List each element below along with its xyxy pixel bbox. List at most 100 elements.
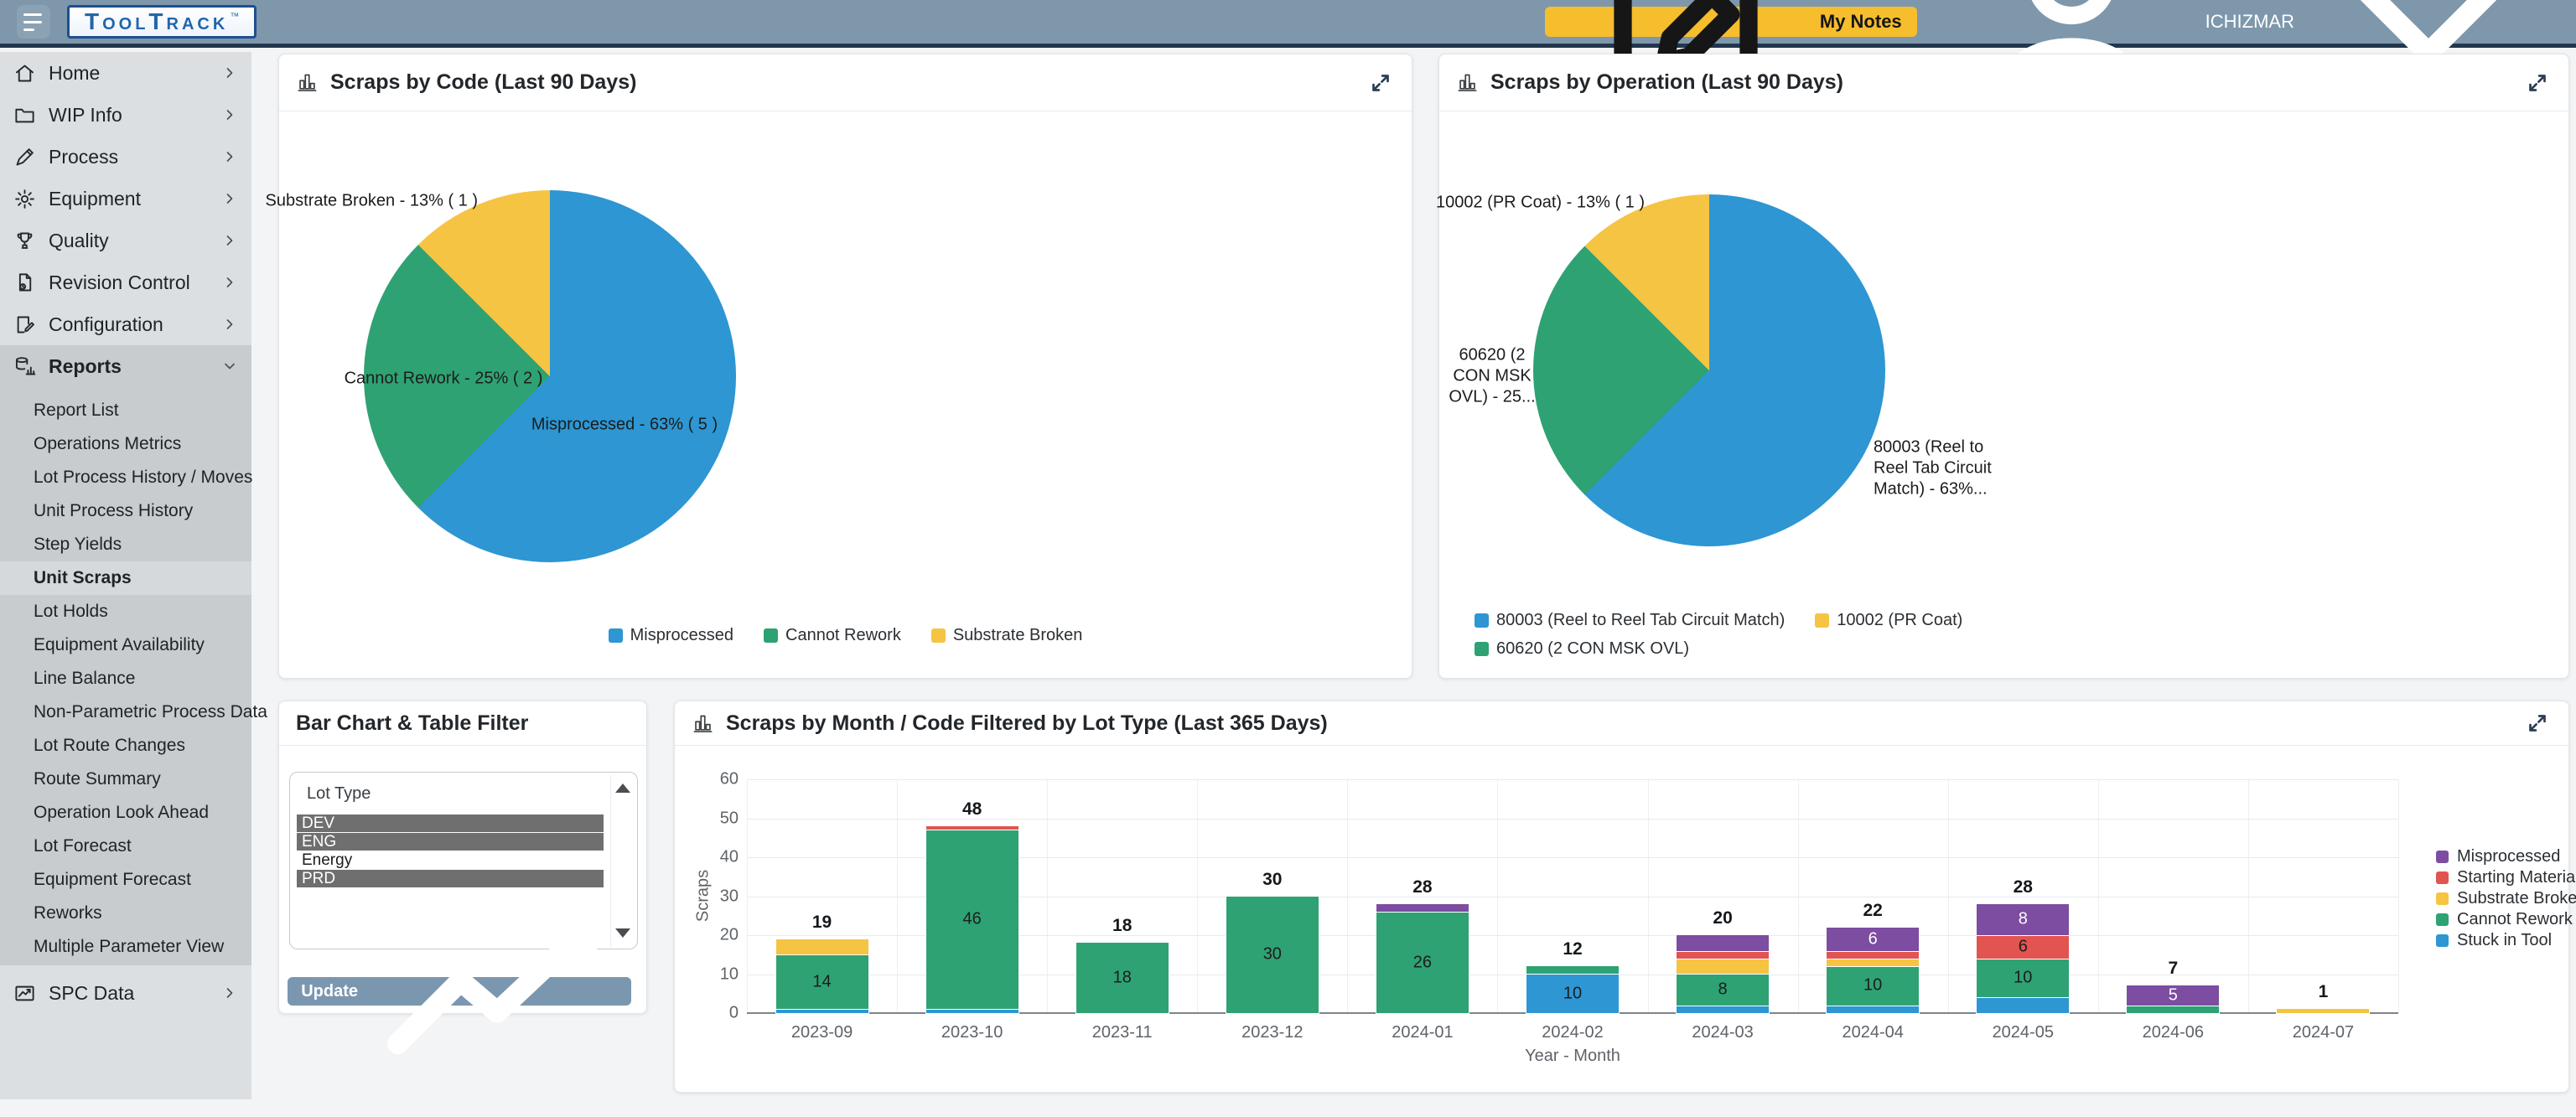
report-item-report-list[interactable]: Report List (0, 394, 251, 427)
report-item-reworks[interactable]: Reworks (0, 897, 251, 930)
menu-toggle-button[interactable] (17, 5, 50, 39)
sidebar-item-label: Revision Control (49, 271, 209, 294)
report-item-operations-metrics[interactable]: Operations Metrics (0, 427, 251, 461)
legend-swatch (1815, 613, 1829, 628)
bar-segment-stuck-in-tool[interactable] (1827, 1006, 1919, 1013)
chevron-right-icon (221, 274, 238, 291)
x-axis-tick-label: 2024-04 (1842, 1023, 1903, 1042)
bar-segment-stuck-in-tool[interactable] (1677, 1006, 1769, 1013)
legend-label: Cannot Rework (2457, 910, 2573, 929)
legend-item-cannot-rework[interactable]: Cannot Rework (764, 626, 901, 645)
bar-chart-icon (296, 71, 319, 94)
legend-item-misprocessed[interactable]: Misprocessed (2436, 847, 2560, 866)
panel-header: Scraps by Code (Last 90 Days) (279, 54, 1412, 111)
report-item-unit-process-history[interactable]: Unit Process History (0, 494, 251, 528)
legend-item-misprocessed[interactable]: Misprocessed (609, 626, 733, 645)
sidebar-item-home[interactable]: Home (0, 52, 251, 94)
expand-panel-button[interactable] (2523, 69, 2552, 97)
report-item-step-yields[interactable]: Step Yields (0, 528, 251, 561)
expand-panel-button[interactable] (1366, 69, 1395, 97)
report-item-lot-holds[interactable]: Lot Holds (0, 595, 251, 628)
gridline-horizontal (747, 779, 2398, 780)
report-item-route-summary[interactable]: Route Summary (0, 763, 251, 796)
report-item-multiple-parameter-view[interactable]: Multiple Parameter View (0, 930, 251, 964)
legend-label: 60620 (2 CON MSK OVL) (1496, 639, 1689, 659)
x-axis-tick-label: 2024-05 (1993, 1023, 2054, 1042)
report-item-line-balance[interactable]: Line Balance (0, 662, 251, 696)
lot-type-option-dev[interactable]: DEV (297, 814, 604, 832)
sidebar-item-reports[interactable]: Reports (0, 345, 251, 387)
bar-segment-misprocessed[interactable] (1376, 904, 1469, 912)
x-axis-tick-label: 2024-07 (2293, 1023, 2354, 1042)
y-axis-tick-label: 60 (697, 770, 739, 789)
legend-item-10002-pr-coat[interactable]: 10002 (PR Coat) (1815, 611, 1962, 630)
report-item-operation-look-ahead[interactable]: Operation Look Ahead (0, 796, 251, 830)
report-item-lot-forecast[interactable]: Lot Forecast (0, 830, 251, 863)
legend-item-substrate-broken[interactable]: Substrate Broken (931, 626, 1083, 645)
update-label: Update (301, 982, 358, 1001)
bar-segment-cannot-rework[interactable] (1526, 966, 1619, 974)
bar-segment-substrate-broken[interactable] (2277, 1009, 2369, 1013)
legend-swatch (931, 628, 946, 643)
sidebar-item-wip-info[interactable]: WIP Info (0, 94, 251, 136)
bar-total-label: 22 (1863, 901, 1882, 921)
legend-label: Starting Material (2457, 868, 2576, 887)
report-item-lot-process-history-moves[interactable]: Lot Process History / Moves (0, 461, 251, 494)
legend-label: Misprocessed (630, 626, 733, 645)
bar-segment-misprocessed[interactable] (1677, 935, 1769, 951)
bar-segment-stuck-in-tool[interactable] (926, 1009, 1018, 1013)
chevron-down-icon (221, 358, 238, 375)
legend-swatch (2436, 913, 2449, 926)
bar-segment-cannot-rework[interactable] (2127, 1006, 2219, 1013)
legend-item-stuck-in-tool[interactable]: Stuck in Tool (2436, 931, 2552, 950)
bar-total-label: 7 (2169, 959, 2179, 979)
x-axis-tick-label: 2023-11 (1092, 1023, 1153, 1042)
sidebar-item-process[interactable]: Process (0, 136, 251, 178)
bar-segment-stuck-in-tool[interactable] (776, 1009, 868, 1013)
x-axis-tick-label: 2024-01 (1392, 1023, 1453, 1042)
report-item-equipment-availability[interactable]: Equipment Availability (0, 628, 251, 662)
y-axis-tick-label: 20 (697, 926, 739, 945)
sidebar-item-configuration[interactable]: Configuration (0, 303, 251, 345)
legend-item-80003-reel-to-reel-tab-circuit-match[interactable]: 80003 (Reel to Reel Tab Circuit Match) (1475, 611, 1785, 630)
x-axis-tick-label: 2024-02 (1542, 1023, 1603, 1042)
scroll-up-arrow[interactable] (615, 783, 630, 793)
pie-slice-label: Substrate Broken - 13% ( 1 ) (266, 191, 478, 212)
y-axis-tick-label: 10 (697, 964, 739, 984)
report-item-unit-scraps[interactable]: Unit Scraps (0, 561, 251, 595)
bar-segment-substrate-broken[interactable] (776, 939, 868, 955)
sidebar-item-quality[interactable]: Quality (0, 220, 251, 261)
legend-label: Cannot Rework (785, 626, 901, 645)
legend-item-60620-2-con-msk-ovl[interactable]: 60620 (2 CON MSK OVL) (1475, 639, 1689, 659)
brand-logo[interactable]: ToolTrack™ (67, 5, 257, 39)
legend-item-starting-material[interactable]: Starting Material (2436, 868, 2576, 887)
bar-total-label: 30 (1262, 870, 1282, 890)
pie-slice-label: 60620 (2CON MSKOVL) - 25... (1449, 345, 1535, 408)
pie-chart-scraps-by-operation[interactable] (1533, 194, 1885, 546)
chevron-right-icon (221, 65, 238, 81)
sidebar-item-spc-data[interactable]: SPC Data (0, 972, 251, 1014)
my-notes-button[interactable]: My Notes (1545, 7, 1917, 37)
update-button[interactable]: Update (288, 977, 631, 1006)
legend-item-substrate-broken[interactable]: Substrate Broken (2436, 889, 2576, 908)
bar-segment-starting-material[interactable] (1827, 951, 1919, 959)
pie-slice-label: 80003 (Reel toReel Tab CircuitMatch) - 6… (1874, 437, 1992, 500)
bar-segment-label: 14 (812, 972, 831, 991)
bar-segment-starting-material[interactable] (1677, 951, 1769, 959)
spc-chart-icon (13, 982, 36, 1005)
bar-segment-starting-material[interactable] (926, 826, 1018, 830)
legend-label: 80003 (Reel to Reel Tab Circuit Match) (1496, 611, 1785, 630)
legend-item-cannot-rework[interactable]: Cannot Rework (2436, 910, 2573, 929)
lot-type-option-eng[interactable]: ENG (297, 833, 604, 851)
sidebar-item-equipment[interactable]: Equipment (0, 178, 251, 220)
report-item-lot-route-changes[interactable]: Lot Route Changes (0, 729, 251, 763)
bar-segment-substrate-broken[interactable] (1677, 959, 1769, 975)
report-item-equipment-forecast[interactable]: Equipment Forecast (0, 863, 251, 897)
bar-segment-substrate-broken[interactable] (1827, 959, 1919, 966)
sidebar-item-revision-control[interactable]: Revision Control (0, 261, 251, 303)
bar-segment-stuck-in-tool[interactable] (1977, 997, 2069, 1013)
sidebar-item-label: Process (49, 146, 209, 168)
report-item-non-parametric-process-data[interactable]: Non-Parametric Process Data (0, 696, 251, 729)
bar-total-label: 12 (1563, 939, 1582, 959)
x-axis-tick-label: 2023-12 (1241, 1023, 1303, 1042)
